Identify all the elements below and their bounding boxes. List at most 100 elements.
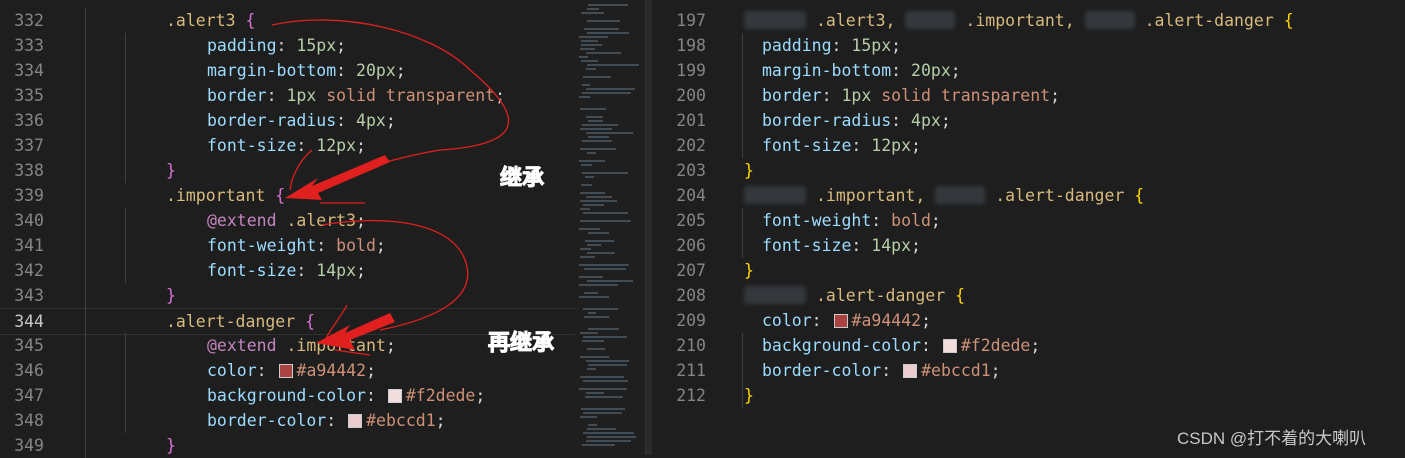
code-line[interactable]: 201 border-radius: 4px; <box>652 108 1405 133</box>
minimap-line <box>587 252 615 254</box>
token-sel: .alert-danger <box>166 312 305 331</box>
token-p: ; <box>941 111 951 130</box>
token-prop: padding <box>762 36 832 55</box>
code-line[interactable]: 341 font-weight: bold; <box>0 233 575 258</box>
color-swatch[interactable] <box>903 364 917 378</box>
code-line[interactable]: 204 .important, .alert-danger { <box>652 183 1405 208</box>
line-number: 208 <box>652 283 706 308</box>
code-text: .alert3 { <box>166 8 255 33</box>
minimap-line <box>580 48 595 50</box>
color-swatch[interactable] <box>348 414 362 428</box>
minimap-line <box>583 204 604 206</box>
color-swatch[interactable] <box>388 389 402 403</box>
token-bo: { <box>275 186 285 205</box>
token-bo: } <box>166 161 176 180</box>
token-p: : <box>296 136 316 155</box>
token-sel: .important <box>277 336 386 355</box>
minimap-line <box>579 160 605 162</box>
code-text: padding: 15px; <box>207 33 346 58</box>
code-line[interactable]: 335 border: 1px solid transparent; <box>0 83 575 108</box>
code-line[interactable]: 208 .alert-danger { <box>652 283 1405 308</box>
code-text: .alert3, .important, .alert-danger { <box>744 8 1294 33</box>
editor-split-divider[interactable] <box>645 0 652 455</box>
minimap-line <box>583 212 628 214</box>
code-line[interactable]: 197 .alert3, .important, .alert-danger { <box>652 8 1405 33</box>
minimap-line <box>587 436 636 438</box>
token-prop: font-weight <box>762 211 871 230</box>
code-line[interactable]: 211 border-color: #ebccd1; <box>652 358 1405 383</box>
minimap-line <box>586 360 629 362</box>
code-line[interactable]: 343} <box>0 283 575 308</box>
token-p: : <box>336 111 356 130</box>
line-number: 336 <box>0 108 44 133</box>
minimap-line <box>582 172 628 174</box>
minimap-line <box>580 376 624 378</box>
code-line[interactable]: 336 border-radius: 4px; <box>0 108 575 133</box>
code-line[interactable]: 200 border: 1px solid transparent; <box>652 83 1405 108</box>
minimap-line <box>582 140 612 142</box>
code-line[interactable]: 210 background-color: #f2dede; <box>652 333 1405 358</box>
code-line[interactable]: 205 font-weight: bold; <box>652 208 1405 233</box>
code-text: border-radius: 4px; <box>762 108 951 133</box>
code-line[interactable]: 342 font-size: 14px; <box>0 258 575 283</box>
code-line[interactable]: 346 color: #a94442; <box>0 358 575 383</box>
redacted-prefix <box>744 186 806 204</box>
code-line[interactable]: 332 .alert3 { <box>0 8 575 33</box>
minimap-line <box>579 276 603 278</box>
token-by: } <box>744 161 754 180</box>
token-prop: border <box>762 86 822 105</box>
minimap-line <box>586 392 604 394</box>
token-str: #f2dede <box>961 336 1031 355</box>
color-swatch[interactable] <box>834 314 848 328</box>
token-p: : <box>851 136 871 155</box>
code-text: border: 1px solid transparent; <box>762 83 1060 108</box>
code-line[interactable]: 199 margin-bottom: 20px; <box>652 58 1405 83</box>
code-line[interactable]: 340 @extend .alert3; <box>0 208 575 233</box>
token-p: : <box>822 86 842 105</box>
code-text: } <box>744 383 754 408</box>
code-line[interactable]: 334 margin-bottom: 20px; <box>0 58 575 83</box>
code-line[interactable]: 198 padding: 15px; <box>652 33 1405 58</box>
code-line[interactable]: 209 color: #a94442; <box>652 308 1405 333</box>
minimap-line <box>588 4 628 6</box>
minimap-line <box>583 380 628 382</box>
color-swatch[interactable] <box>943 339 957 353</box>
code-line[interactable]: 212} <box>652 383 1405 408</box>
token-p: ; <box>911 136 921 155</box>
token-prop: font-size <box>207 261 296 280</box>
line-number: 339 <box>0 183 44 208</box>
token-p: ; <box>356 261 366 280</box>
code-line[interactable]: 207} <box>652 258 1405 283</box>
minimap-line <box>586 196 612 198</box>
token-prop: border-color <box>762 361 881 380</box>
token-num: 14px <box>316 261 356 280</box>
token-p: ; <box>475 386 485 405</box>
minimap-line <box>587 32 629 34</box>
code-text: font-size: 12px; <box>762 133 921 158</box>
token-str: #f2dede <box>406 386 476 405</box>
minimap-line <box>582 340 604 342</box>
code-line[interactable]: 206 font-size: 14px; <box>652 233 1405 258</box>
minimap-line <box>579 284 618 286</box>
token-prop: margin-bottom <box>762 61 891 80</box>
code-line[interactable]: 348 border-color: #ebccd1; <box>0 408 575 433</box>
left-editor-pane[interactable]: 332 .alert3 {333 padding: 15px; 334 margin-b… <box>0 0 575 455</box>
code-text: border-radius: 4px; <box>207 108 396 133</box>
right-editor-pane[interactable]: 197 .alert3, .important, .alert-danger {1… <box>652 0 1405 455</box>
code-line[interactable]: 338} <box>0 158 575 183</box>
code-line[interactable]: 203} <box>652 158 1405 183</box>
minimap-line <box>588 328 619 330</box>
code-line[interactable]: 202 font-size: 12px; <box>652 133 1405 158</box>
minimap-line <box>580 220 631 222</box>
line-number: 211 <box>652 358 706 383</box>
code-line[interactable]: 349} <box>0 433 575 458</box>
minimap[interactable] <box>575 0 643 455</box>
code-line[interactable]: 333 padding: 15px; <box>0 33 575 58</box>
code-line[interactable]: 339 .important { <box>0 183 575 208</box>
code-line[interactable]: 337 font-size: 12px; <box>0 133 575 158</box>
code-line[interactable]: 347 background-color: #f2dede; <box>0 383 575 408</box>
line-number: 347 <box>0 383 44 408</box>
token-p: ; <box>386 111 396 130</box>
color-swatch[interactable] <box>279 364 293 378</box>
token-p: ; <box>1050 86 1060 105</box>
